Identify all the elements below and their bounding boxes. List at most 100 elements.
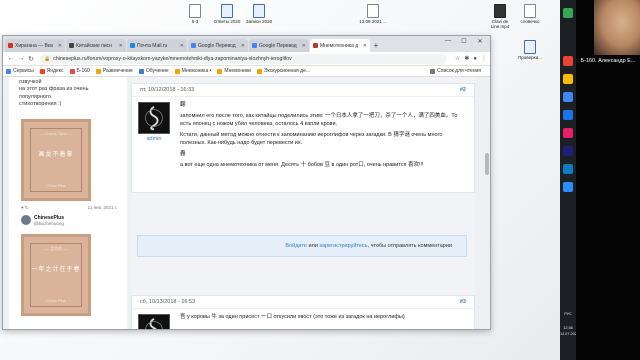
taskbar-app-icon[interactable] [563,146,573,156]
document-icon [524,40,536,54]
clock-date[interactable]: 12.07.2021 [560,332,579,337]
login-text: или [308,243,318,249]
menu-icon[interactable]: ⋮ [481,55,487,62]
card-caption: — 孟浩然 — [44,245,68,251]
bookmark-label: Яндекс [46,68,64,74]
desktop-icon[interactable]: Clavi de Line.mp4 [485,4,515,30]
browser-tab[interactable]: Хирагана — Виз ✕ [5,39,65,52]
scrollbar-thumb[interactable] [485,153,489,175]
post-paragraph: запомнил его после того, как китайцы под… [180,112,458,127]
register-link[interactable]: зарегистрируйтесь [319,243,367,249]
taskbar-app-icon[interactable] [563,110,573,120]
reload-icon[interactable]: ↻ [26,55,36,63]
card-phrase: 画龙不着掌 [38,152,74,159]
bookmark-folder[interactable]: Мнемоника • [174,68,211,74]
bookmark-label: Обучение [145,68,169,74]
taskbar-app-icon[interactable] [563,56,573,66]
tab-title: Google Перевод [198,42,236,49]
taskbar-app-icon[interactable] [563,8,573,18]
close-tab-icon[interactable]: ✕ [239,43,245,49]
desktop-icon[interactable]: Записи 2020 [244,4,274,25]
browser-tab-active[interactable]: Мнемотехника д ✕ [310,39,370,52]
profile-icon[interactable]: ● [473,56,477,62]
url-text: chineseplus.ru/forum/voprosy-o-kitayskom… [53,55,292,62]
back-icon[interactable]: ← [6,55,16,62]
clock-time[interactable]: 12:36 [560,326,576,331]
bookmark-folder[interactable]: Обучение [138,68,169,74]
scrollbar[interactable] [484,77,490,329]
tab-title: Хирагана — Виз [15,42,53,49]
tab-title: Китайские писн [76,42,112,49]
forward-icon[interactable]: → [16,55,26,62]
desktop-icon-label: Записи 2020 [245,19,273,24]
post-permalink[interactable]: #3 [460,299,466,305]
browser-tab[interactable]: Google Перевод ✕ [249,39,309,52]
bookmark-item[interactable]: Яндекс [39,68,64,74]
desktop-icon-label: 13.08.2021 ... [359,19,387,24]
new-tab-button[interactable]: + [371,39,381,52]
user-avatar[interactable] [138,102,170,134]
tab-title: Google Перевод [259,42,297,49]
bookmark-item[interactable]: Сервисы [6,68,34,74]
bookmark-folder[interactable]: Мнемоники [217,68,251,74]
close-tab-icon[interactable]: ✕ [56,43,62,49]
comment-post: пт, 10/12/2018 - 16:33 #2 admin 翻 запомн… [131,83,475,193]
star-icon[interactable]: ☆ [455,55,460,62]
minimize-icon[interactable]: — [440,38,456,44]
close-tab-icon[interactable]: ✕ [178,43,184,49]
bookmark-folder[interactable]: Развлечение [95,68,133,74]
login-link[interactable]: Войдите [285,243,307,249]
taskbar-app-icon[interactable] [563,128,573,138]
browser-tab[interactable]: Почта Mail.ru ✕ [127,39,187,52]
address-bar[interactable]: 🔒 chineseplus.ru/forum/voprosy-o-kitaysk… [40,53,447,64]
feed-date: 11 янв. 2021 г. [87,204,117,210]
post-date: пт, 10/12/2018 - 16:33 [140,87,195,93]
feed-text: озвучкой на этот раз фраза из очень попу… [9,77,127,111]
username-link[interactable]: admin [138,136,170,142]
calligraphy-card[interactable]: — Стиль Тана — 画龙不着掌 China Plus [21,118,91,201]
feed-author[interactable]: ChinesePlus @Buzhehuong [9,211,127,226]
bookmark-folder[interactable]: Экскурсионная де... [256,68,311,74]
avatar [21,215,31,226]
desktop-icon[interactable]: 5-3 [180,4,210,25]
page-viewport: озвучкой на этот раз фраза из очень попу… [3,77,490,329]
taskbar-app-icon[interactable] [563,92,573,102]
language-indicator[interactable]: РУС [560,312,576,317]
user-avatar[interactable] [138,314,170,329]
desktop-icon[interactable]: Проверка... [515,40,545,61]
desktop-icon[interactable]: 13.08.2021 ... [358,4,388,25]
tab-title: Мнемотехника д [320,42,359,49]
tab-favicon [191,43,196,48]
taskbar-app-icon[interactable] [563,74,573,84]
close-tab-icon[interactable]: ✕ [361,43,367,49]
feed-text-line: на этот раз фраза из очень популярного [19,86,89,100]
close-tab-icon[interactable]: ✕ [117,43,123,49]
tab-strip: Хирагана — Виз ✕ Китайские писн ✕ Почта Ma… [3,36,490,52]
tab-title: Почта Mail.ru [137,42,168,49]
vertical-taskbar: РУС 12:36 12.07.2021 [560,0,579,360]
browser-tab[interactable]: Китайские писн ✕ [66,39,126,52]
close-window-icon[interactable]: ✕ [472,38,488,45]
post-header: пт, 10/12/2018 - 16:33 #2 [132,84,474,97]
post-permalink[interactable]: #2 [460,87,466,93]
login-text: , чтобы отправлять комментарии [367,243,452,249]
desktop-icon[interactable]: словечко [515,4,545,25]
browser-tab[interactable]: Google Перевод ✕ [188,39,248,52]
desktop-icon[interactable]: Ответы 2020 [212,4,242,25]
zoom-icon[interactable] [563,182,573,192]
maximize-icon[interactable]: ☐ [456,38,472,45]
bookmark-item[interactable]: Б-160 [69,68,90,74]
desktop-icon-label: словечко [520,19,540,24]
folder-icon [256,68,262,74]
extension-icon[interactable]: ✱ [464,55,469,62]
folder-icon [174,68,180,74]
comments-column: пт, 10/12/2018 - 16:33 #2 admin 翻 запомн… [131,77,475,329]
taskbar-app-icon[interactable] [563,164,573,174]
yandex-icon [39,68,45,74]
bookmark-label: Экскурсионная де... [263,68,311,74]
close-tab-icon[interactable]: ✕ [300,43,306,49]
file-icon [189,4,201,18]
calligraphy-card[interactable]: — 孟浩然 — 一年之计在于春 China Plus [21,233,91,316]
like-retweet-icons[interactable]: ♥ ↻ [21,205,29,211]
reading-list-button[interactable]: Список для чтения [430,68,481,74]
